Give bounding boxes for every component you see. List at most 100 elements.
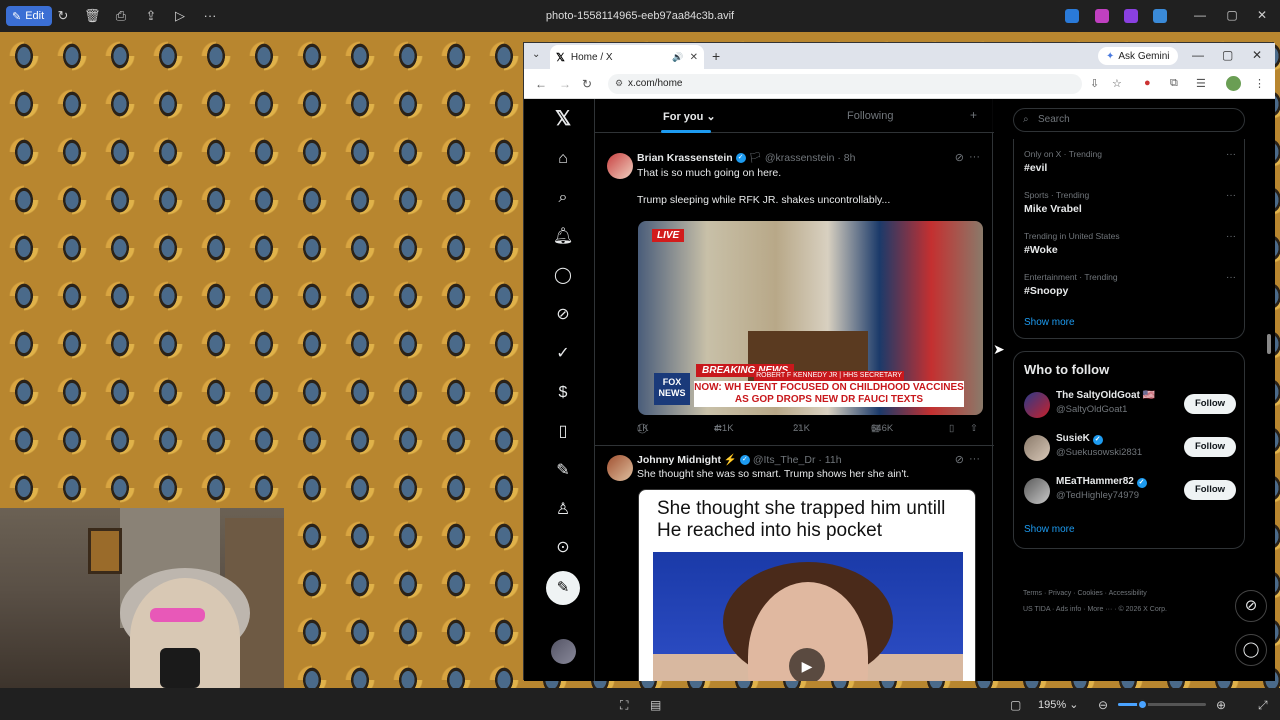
trend-menu-icon[interactable]: ··· (1226, 272, 1236, 283)
suggestion-name[interactable]: SusieK ✓ (1056, 433, 1103, 445)
account-avatar[interactable] (551, 639, 576, 664)
follow-suggestion[interactable]: MEaTHammer82 ✓ @TedHighley74979 Follow (1024, 476, 1236, 506)
profile-avatar[interactable] (1226, 76, 1241, 91)
trend-menu-icon[interactable]: ··· (1226, 190, 1236, 201)
tab-list-icon[interactable]: ⌄ (532, 49, 540, 60)
tweet-author-name[interactable]: Johnny Midnight (637, 454, 721, 466)
grok-analyze-icon[interactable]: ⊘ (955, 151, 964, 164)
notifications-icon[interactable]: 🔔︎ (552, 226, 574, 248)
profile-icon[interactable]: ♙ (552, 499, 574, 521)
maximize-icon[interactable]: ▢ (1224, 8, 1240, 22)
tweet-time[interactable]: · 8h (837, 152, 855, 164)
tweet-time[interactable]: · 11h (818, 454, 841, 466)
money-icon[interactable]: $ (552, 382, 574, 404)
articles-icon[interactable]: ✎ (552, 460, 574, 482)
ask-gemini-button[interactable]: ✦ Ask Gemini (1098, 47, 1178, 65)
app-icon-3[interactable] (1124, 9, 1138, 23)
verified-icon[interactable]: ✓ (552, 343, 574, 365)
zoom-slider-knob[interactable] (1137, 699, 1148, 710)
share-post-icon[interactable]: ⇧ (970, 423, 978, 434)
site-info-icon[interactable]: ⚙ (615, 78, 623, 89)
tweet[interactable]: Brian Krassenstein ✓ 🏳︎ @krassenstein · … (595, 149, 994, 441)
suggestion-name[interactable]: MEaTHammer82 ✓ (1056, 476, 1147, 488)
tab-close-icon[interactable]: ✕ (690, 52, 698, 63)
actual-size-icon[interactable]: ▢ (1010, 698, 1021, 712)
trend-item[interactable]: Only on X · Trending #evil ··· (1024, 149, 1236, 174)
browser-menu-icon[interactable]: ⋮ (1254, 77, 1265, 90)
share-icon[interactable]: ⇪ (143, 8, 159, 24)
tab-following[interactable]: Following (847, 110, 893, 122)
tweet-author-name[interactable]: Brian Krassenstein (637, 152, 733, 164)
tweet-menu-icon[interactable]: ··· (969, 151, 980, 163)
bookmarks-icon[interactable]: ▯ (552, 421, 574, 443)
url-field[interactable]: ⚙ x.com/home (608, 74, 1082, 94)
trend-item[interactable]: Entertainment · Trending #Snoopy ··· (1024, 272, 1236, 297)
suggestion-name[interactable]: The SaltyOldGoat 🇺🇸 (1056, 390, 1155, 401)
browser-minimize-icon[interactable]: — (1192, 48, 1204, 62)
bookmark-icon[interactable]: ▯ (949, 423, 954, 434)
x-home-logo-icon[interactable]: 𝕏 (552, 108, 574, 130)
forward-icon[interactable]: → (559, 77, 571, 91)
fit-screen-icon[interactable]: ⛶ (620, 698, 628, 713)
messages-fab-icon[interactable]: ◯ (1235, 634, 1267, 666)
home-icon[interactable]: ⌂ (552, 148, 574, 170)
extensions-icon[interactable]: ⧉ (1170, 77, 1178, 90)
suggestion-avatar[interactable] (1024, 478, 1050, 504)
grok-analyze-icon[interactable]: ⊘ (955, 453, 964, 466)
follow-button[interactable]: Follow (1184, 480, 1236, 500)
zoom-slider[interactable] (1118, 699, 1206, 710)
trend-menu-icon[interactable]: ··· (1226, 149, 1236, 160)
follow-show-more-link[interactable]: Show more (1024, 524, 1075, 535)
reading-list-icon[interactable]: ☰ (1196, 77, 1206, 90)
add-feed-icon[interactable]: + (970, 108, 977, 122)
play-icon[interactable]: ▶ (789, 648, 825, 681)
tweet-video[interactable]: She thought she trapped him untill He re… (638, 489, 976, 681)
print-icon[interactable]: ⎙ (113, 8, 129, 24)
scrollbar-thumb[interactable] (1267, 334, 1271, 354)
scrollbar[interactable] (1266, 159, 1272, 681)
delete-icon[interactable]: 🗑 (84, 8, 101, 24)
follow-suggestion[interactable]: SusieK ✓ @Suekusowski2831 Follow (1024, 433, 1236, 463)
browser-close-icon[interactable]: ✕ (1252, 48, 1262, 62)
zoom-in-icon[interactable]: ⊕ (1216, 698, 1226, 712)
more-icon[interactable]: ··· (202, 8, 218, 24)
edit-button[interactable]: ✎ Edit (6, 6, 53, 26)
grok-fab-icon[interactable]: ⊘ (1235, 590, 1267, 622)
bookmark-star-icon[interactable]: ☆ (1112, 77, 1122, 90)
zoom-level[interactable]: 195% ⌄ (1038, 698, 1078, 711)
more-options-icon[interactable]: ⊙ (552, 537, 574, 559)
extension-badge-icon[interactable]: ● (1144, 77, 1151, 89)
rotate-icon[interactable]: ↻ (55, 8, 71, 24)
follow-button[interactable]: Follow (1184, 437, 1236, 457)
tweet-handle[interactable]: @krassenstein (765, 152, 835, 164)
tweet-menu-icon[interactable]: ··· (969, 453, 980, 465)
trend-item[interactable]: Sports · Trending Mike Vrabel ··· (1024, 190, 1236, 215)
follow-button[interactable]: Follow (1184, 394, 1236, 414)
follow-suggestion[interactable]: The SaltyOldGoat 🇺🇸 @SaltyOldGoat1 Follo… (1024, 390, 1236, 420)
trend-menu-icon[interactable]: ··· (1226, 231, 1236, 242)
minimize-icon[interactable]: — (1192, 8, 1208, 22)
trend-item[interactable]: Trending in United States #Woke ··· (1024, 231, 1236, 256)
trends-show-more-link[interactable]: Show more (1024, 317, 1075, 328)
speaker-icon[interactable]: 🔊 (672, 52, 683, 63)
back-icon[interactable]: ← (535, 77, 547, 91)
browser-maximize-icon[interactable]: ▢ (1222, 48, 1233, 62)
messages-icon[interactable]: ◯ (552, 265, 574, 287)
explore-search-icon[interactable]: ⌕ (552, 187, 574, 209)
compose-post-button[interactable]: ✎ (546, 571, 580, 605)
tab-for-you[interactable]: For you ⌄ (663, 110, 716, 123)
tweet-avatar[interactable] (607, 153, 633, 179)
footer-links-2[interactable]: US TIDA · Ads info · More ··· · © 2026 X… (1023, 606, 1167, 613)
app-icon-4[interactable] (1153, 9, 1167, 23)
suggestion-avatar[interactable] (1024, 392, 1050, 418)
zoom-out-icon[interactable]: ⊖ (1098, 698, 1108, 712)
app-icon-1[interactable] (1065, 9, 1079, 23)
tweet[interactable]: Johnny Midnight ⚡ ✓ @Its_The_Dr · 11h ⊘ … (595, 453, 994, 681)
tweet-handle[interactable]: @Its_The_Dr (753, 454, 816, 466)
slideshow-icon[interactable]: ▷ (172, 8, 188, 24)
grok-icon[interactable]: ⊘ (552, 304, 574, 326)
tab-home-x[interactable]: 𝕏 Home / X 🔊 ✕ (550, 45, 704, 69)
fullscreen-icon[interactable]: ⤢ (1258, 698, 1268, 713)
reload-icon[interactable]: ↻ (582, 77, 592, 91)
install-icon[interactable]: ⇩ (1090, 77, 1099, 90)
